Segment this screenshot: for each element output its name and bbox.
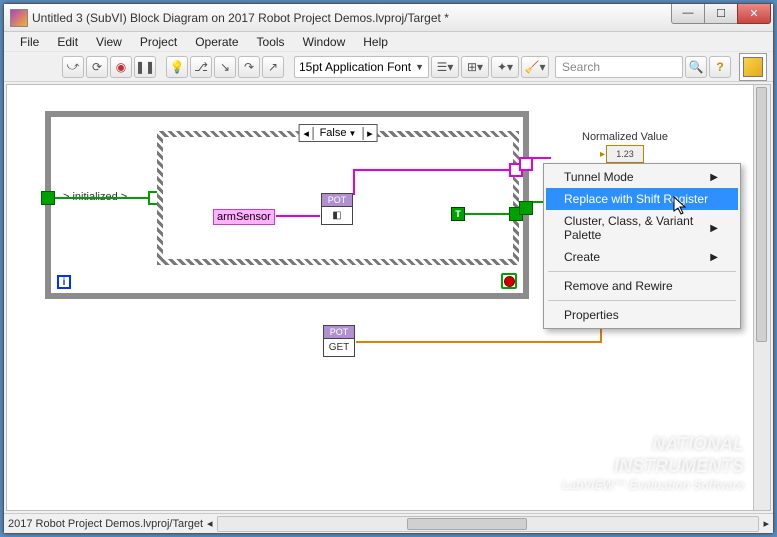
pot-subvi[interactable]: POT ◧	[321, 193, 353, 225]
font-selector[interactable]: 15pt Application Font ▼	[294, 56, 429, 78]
menu-edit[interactable]: Edit	[49, 33, 86, 51]
normalized-value-label: Normalized Value	[582, 131, 668, 143]
subvi-label: POT	[324, 326, 354, 339]
numeric-indicator-icon: 1.23	[606, 145, 644, 163]
abort-button[interactable]: ◉	[110, 56, 132, 78]
chevron-down-icon: ▼	[415, 62, 424, 72]
wire	[533, 157, 551, 159]
submenu-arrow-icon: ▶	[710, 223, 718, 234]
menu-tools[interactable]: Tools	[249, 33, 293, 51]
titlebar: Untitled 3 (SubVI) Block Diagram on 2017…	[4, 4, 773, 32]
true-constant[interactable]: T	[451, 207, 465, 221]
font-label: 15pt Application Font	[299, 60, 411, 74]
menu-separator	[548, 300, 736, 301]
close-button[interactable]: ✕	[737, 4, 771, 24]
step-over-button[interactable]: ↷	[238, 56, 260, 78]
align-button[interactable]: ☰▾	[431, 56, 459, 78]
app-window: Untitled 3 (SubVI) Block Diagram on 2017…	[3, 3, 774, 534]
menu-project[interactable]: Project	[132, 33, 185, 51]
status-bar: 2017 Robot Project Demos.lvproj/Target ◂…	[4, 513, 773, 533]
pot-get-subvi[interactable]: POT GET	[323, 325, 355, 357]
wire	[55, 197, 149, 199]
horizontal-scrollbar[interactable]	[217, 516, 760, 532]
ctx-properties[interactable]: Properties	[546, 304, 738, 326]
subvi-text: GET	[324, 339, 354, 353]
wire	[353, 169, 355, 195]
while-tunnel-pink[interactable]	[519, 157, 533, 171]
help-icon[interactable]: ?	[709, 56, 731, 78]
toolbar: ⤻ ⟳ ◉ ❚❚ 💡 ⎇ ↘ ↷ ↗ 15pt Application Font…	[4, 52, 773, 82]
search-input[interactable]: Search	[555, 56, 683, 78]
subvi-icon: ◧	[322, 207, 352, 221]
vertical-scrollbar[interactable]	[753, 85, 770, 510]
tunnel-left[interactable]	[41, 191, 55, 205]
mouse-cursor-icon	[673, 196, 687, 216]
wire	[353, 169, 513, 171]
ctx-remove-rewire[interactable]: Remove and Rewire	[546, 275, 738, 297]
window-title: Untitled 3 (SubVI) Block Diagram on 2017…	[32, 11, 672, 25]
case-structure[interactable]: ◂ False▼ ▸ armSensor POT ◧ T	[157, 131, 519, 265]
block-diagram-canvas[interactable]: Normalized Value 1.23 > initialized > i …	[6, 84, 771, 511]
distribute-button[interactable]: ⊞▾	[461, 56, 489, 78]
search-placeholder: Search	[562, 60, 600, 74]
menu-view[interactable]: View	[88, 33, 130, 51]
menu-bar: File Edit View Project Operate Tools Win…	[4, 32, 773, 52]
menu-separator	[548, 271, 736, 272]
wire	[356, 341, 602, 343]
ctx-create[interactable]: Create ▶	[546, 246, 738, 268]
run-cont-button[interactable]: ⟳	[86, 56, 108, 78]
chevron-down-icon: ▼	[348, 129, 356, 138]
case-value[interactable]: False▼	[314, 127, 363, 139]
loop-iteration-terminal[interactable]: i	[57, 275, 71, 289]
status-nav-right[interactable]: ▸	[763, 517, 769, 530]
menu-help[interactable]: Help	[355, 33, 396, 51]
ctx-cluster-class-variant[interactable]: Cluster, Class, & Variant Palette ▶	[546, 210, 738, 246]
status-path: 2017 Robot Project Demos.lvproj/Target	[8, 518, 207, 530]
step-out-button[interactable]: ↗	[262, 56, 284, 78]
minimize-button[interactable]: —	[671, 4, 705, 24]
pause-button[interactable]: ❚❚	[134, 56, 156, 78]
vi-icon[interactable]	[739, 53, 767, 81]
context-menu: Tunnel Mode ▶ Replace with Shift Registe…	[543, 163, 741, 329]
retain-wire-button[interactable]: ⎇	[190, 56, 212, 78]
case-next-button[interactable]: ▸	[362, 127, 376, 140]
wire	[276, 215, 320, 217]
subvi-label: POT	[322, 194, 352, 207]
window-controls: — ☐ ✕	[672, 4, 771, 24]
app-icon	[10, 9, 28, 27]
submenu-arrow-icon: ▶	[710, 172, 718, 183]
run-button[interactable]: ⤻	[62, 56, 84, 78]
menu-file[interactable]: File	[12, 33, 47, 51]
loop-stop-terminal[interactable]	[501, 273, 517, 289]
wire	[465, 213, 513, 215]
case-prev-button[interactable]: ◂	[300, 127, 314, 140]
scrollbar-thumb[interactable]	[756, 87, 767, 342]
step-into-button[interactable]: ↘	[214, 56, 236, 78]
scrollbar-thumb[interactable]	[407, 518, 527, 530]
submenu-arrow-icon: ▶	[710, 252, 718, 263]
watermark: NATIONAL INSTRUMENTS LabVIEW™ Evaluation…	[562, 434, 744, 492]
case-selector[interactable]: ◂ False▼ ▸	[299, 124, 378, 142]
status-nav-left[interactable]: ◂	[207, 517, 213, 530]
menu-operate[interactable]: Operate	[187, 33, 246, 51]
ctx-replace-shift-register[interactable]: Replace with Shift Register	[546, 188, 738, 210]
while-loop[interactable]: > initialized > i ◂ False▼ ▸ armSensor P…	[45, 111, 529, 299]
ctx-tunnel-mode[interactable]: Tunnel Mode ▶	[546, 166, 738, 188]
arm-sensor-constant[interactable]: armSensor	[213, 209, 275, 225]
menu-window[interactable]: Window	[295, 33, 354, 51]
search-icon[interactable]: 🔍	[685, 56, 707, 78]
normalized-value-terminal[interactable]: Normalized Value 1.23	[582, 131, 668, 163]
reorder-button[interactable]: ✦▾	[491, 56, 519, 78]
maximize-button[interactable]: ☐	[704, 4, 738, 24]
cleanup-button[interactable]: 🧹▾	[521, 56, 549, 78]
while-tunnel-green[interactable]	[519, 201, 533, 215]
highlight-button[interactable]: 💡	[166, 56, 188, 78]
